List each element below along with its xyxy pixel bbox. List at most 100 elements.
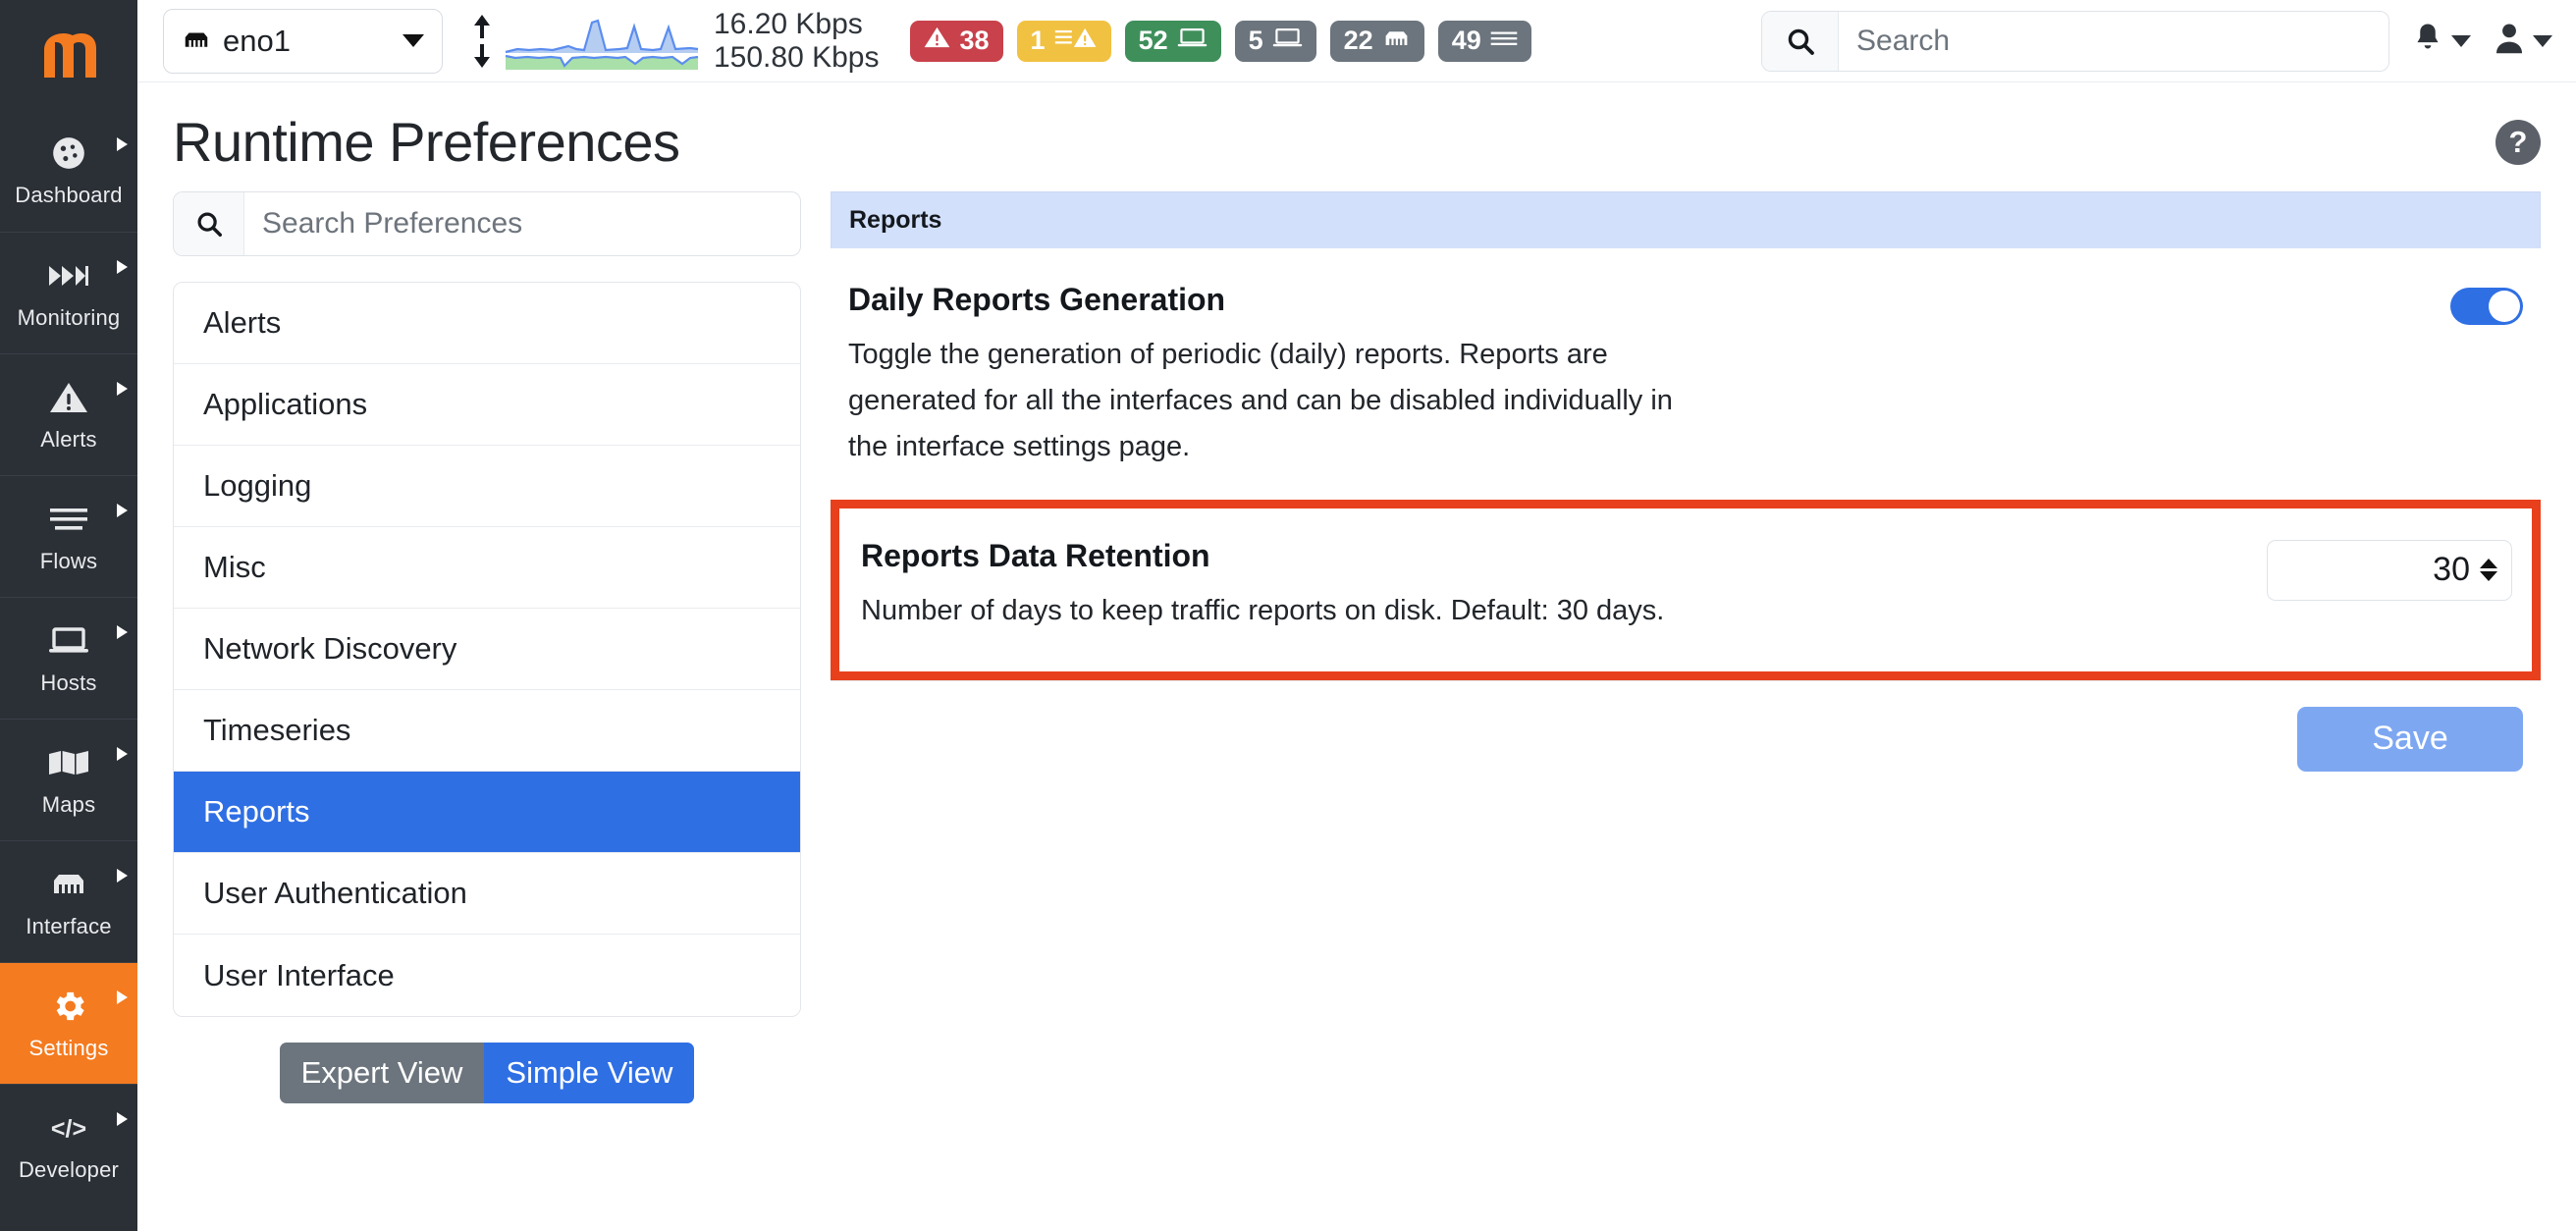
badge-count: 5 <box>1248 26 1263 55</box>
list-warning-icon <box>1054 26 1098 56</box>
pref-item-label: User Interface <box>203 957 395 992</box>
sidebar-item-label: Developer <box>18 1156 120 1182</box>
hosts-icon <box>48 621 89 661</box>
warning-triangle-icon <box>924 26 950 56</box>
chevron-down-icon <box>2533 34 2552 47</box>
interface-name: eno1 <box>223 23 291 58</box>
pref-item-timeseries[interactable]: Timeseries <box>174 690 800 772</box>
status-badge-idle-devices[interactable]: 5 <box>1234 20 1316 62</box>
sidebar-item-developer[interactable]: </> Developer <box>0 1084 137 1205</box>
preferences-search[interactable] <box>173 191 801 256</box>
search-icon[interactable] <box>174 192 244 255</box>
preferences-search-input[interactable] <box>244 192 800 255</box>
stepper-up-icon[interactable] <box>2480 559 2497 569</box>
section-header-reports: Reports <box>831 191 2541 248</box>
pref-item-logging[interactable]: Logging <box>174 446 800 527</box>
pref-item-user-authentication[interactable]: User Authentication <box>174 853 800 935</box>
sidebar-item-label: Monitoring <box>17 304 121 330</box>
sidebar-item-label: Dashboard <box>15 183 123 207</box>
device-icon <box>1272 26 1303 56</box>
chevron-right-icon <box>117 382 128 396</box>
top-right-controls <box>1761 10 2552 72</box>
flows-icon <box>49 500 88 539</box>
stepper-down-icon[interactable] <box>2480 571 2497 582</box>
pref-item-reports[interactable]: Reports <box>174 772 800 853</box>
notifications-button[interactable] <box>2411 21 2471 61</box>
device-icon <box>1177 26 1208 56</box>
status-badge-flow-alerts[interactable]: 1 <box>1016 20 1111 62</box>
page-header: Runtime Preferences ? <box>137 82 2576 191</box>
pref-item-label: Logging <box>203 468 312 503</box>
sidebar-item-settings[interactable]: Settings <box>0 962 137 1084</box>
chevron-right-icon <box>117 625 128 639</box>
sidebar-item-flows[interactable]: Flows <box>0 475 137 597</box>
global-search[interactable] <box>1761 10 2389 72</box>
sidebar-item-label: Maps <box>41 791 96 817</box>
sidebar-item-maps[interactable]: Maps <box>0 719 137 840</box>
question-mark-icon[interactable]: ? <box>2496 119 2541 165</box>
toggle-knob <box>2489 291 2520 322</box>
daily-reports-toggle[interactable] <box>2450 288 2523 325</box>
pref-item-alerts[interactable]: Alerts <box>174 283 800 364</box>
status-badge-interfaces[interactable]: 22 <box>1329 20 1424 62</box>
status-badge-active-devices[interactable]: 52 <box>1124 20 1221 62</box>
chevron-right-icon <box>117 1112 128 1126</box>
chevron-right-icon <box>117 869 128 883</box>
sidebar-item-interface[interactable]: Interface <box>0 840 137 962</box>
sidebar-item-label: Flows <box>39 548 98 573</box>
status-badge-alerts[interactable]: 38 <box>910 20 1003 62</box>
interface-icon <box>49 865 88 904</box>
sidebar-item-dashboard[interactable]: Dashboard <box>0 110 137 232</box>
pref-item-label: Applications <box>203 387 368 421</box>
view-mode-toggle: Expert View Simple View <box>173 1043 801 1103</box>
pref-item-applications[interactable]: Applications <box>174 364 800 446</box>
chevron-right-icon <box>117 747 128 761</box>
bell-icon <box>2411 21 2444 61</box>
save-button[interactable]: Save <box>2297 706 2523 772</box>
app-logo[interactable] <box>0 0 137 110</box>
chevron-right-icon <box>117 990 128 1004</box>
sidebar-item-hosts[interactable]: Hosts <box>0 597 137 719</box>
user-menu-button[interactable] <box>2493 21 2552 61</box>
monitoring-icon <box>48 256 89 295</box>
main-pane: eno1 16.20 Kbps 150.80 Kbps 38 1 52 5 22… <box>137 0 2576 1231</box>
input-value: 30 <box>2433 551 2470 589</box>
setting-description: Toggle the generation of periodic (daily… <box>848 339 1673 462</box>
ntopng-logo-icon <box>44 33 96 78</box>
setting-daily-reports-generation: Daily Reports Generation Toggle the gene… <box>831 248 2541 500</box>
ethernet-icon <box>1382 26 1411 56</box>
badge-count: 1 <box>1030 26 1046 55</box>
setting-description: Number of days to keep traffic reports o… <box>861 594 1665 626</box>
pref-item-label: Network Discovery <box>203 631 457 666</box>
code-icon: </> <box>46 1108 91 1148</box>
pref-item-label: Reports <box>203 794 310 829</box>
badge-count: 22 <box>1343 26 1373 55</box>
sidebar-item-label: Alerts <box>40 426 97 452</box>
upload-rate: 16.20 Kbps <box>714 7 863 40</box>
sidebar-item-monitoring[interactable]: Monitoring <box>0 232 137 353</box>
pref-item-misc[interactable]: Misc <box>174 527 800 609</box>
traffic-indicator: 16.20 Kbps 150.80 Kbps <box>468 8 879 74</box>
settings-content: Reports Daily Reports Generation Toggle … <box>831 191 2541 1231</box>
save-row: Save <box>831 679 2541 772</box>
search-input[interactable] <box>1839 11 2388 71</box>
expert-view-button[interactable]: Expert View <box>279 1043 485 1103</box>
app-root: Dashboard Monitoring Alerts Flows Hosts … <box>0 0 2576 1231</box>
simple-view-button[interactable]: Simple View <box>484 1043 695 1103</box>
page-title: Runtime Preferences <box>173 111 680 173</box>
pref-item-network-discovery[interactable]: Network Discovery <box>174 609 800 690</box>
number-stepper[interactable] <box>2476 559 2501 582</box>
status-badge-flows[interactable]: 49 <box>1437 20 1531 62</box>
sidebar-item-alerts[interactable]: Alerts <box>0 353 137 475</box>
reports-retention-input[interactable]: 30 <box>2267 539 2512 601</box>
pref-item-user-interface[interactable]: User Interface <box>174 935 800 1016</box>
setting-title: Reports Data Retention <box>861 537 1210 573</box>
search-icon[interactable] <box>1762 11 1839 71</box>
status-badges: 38 1 52 5 22 49 <box>910 20 1531 62</box>
interface-selector[interactable]: eno1 <box>163 8 443 74</box>
up-down-arrows-icon <box>468 11 496 72</box>
pref-item-label: Misc <box>203 550 266 584</box>
preferences-panel: Alerts Applications Logging Misc Network… <box>173 191 801 1231</box>
highlighted-setting-box: Reports Data Retention Number of days to… <box>831 499 2541 680</box>
dashboard-icon <box>50 134 87 173</box>
